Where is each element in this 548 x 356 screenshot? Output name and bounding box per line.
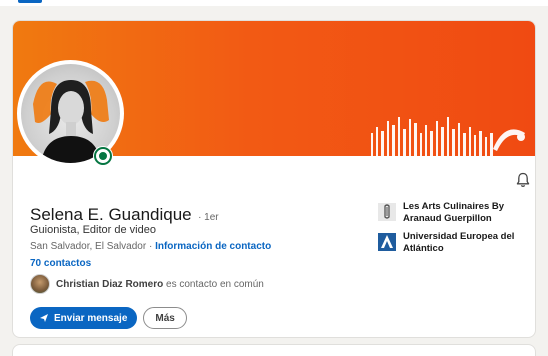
profile-organizations: Les Arts Culinaires By Aranaud Guerpillo… (378, 201, 528, 261)
linkedin-logo-icon[interactable] (18, 0, 42, 3)
mutual-connection-avatar (30, 274, 50, 294)
university-logo-icon (378, 233, 396, 251)
mutual-connection-suffix: es contacto en común (163, 278, 264, 290)
mutual-connection-text: Christian Diaz Romero es contacto en com… (56, 279, 264, 290)
online-status-indicator (93, 146, 113, 166)
organization-item-employer[interactable]: Les Arts Culinaires By Aranaud Guerpillo… (378, 201, 528, 225)
contact-info-link[interactable]: Información de contacto (155, 241, 271, 252)
profile-headline: Guionista, Editor de video (30, 224, 156, 236)
connections-link[interactable]: 70 contactos (30, 258, 91, 269)
top-navigation-bar (0, 0, 548, 6)
profile-location: San Salvador, El Salvador (30, 241, 147, 252)
profile-location-line: San Salvador, El Salvador · Información … (30, 241, 271, 252)
profile-name-line: Selena E. Guandique · 1er (30, 205, 219, 225)
next-section-card (12, 344, 536, 356)
organization-name: Les Arts Culinaires By Aranaud Guerpillo… (403, 201, 505, 224)
location-separator: · (146, 241, 156, 252)
profile-name: Selena E. Guandique (30, 205, 192, 224)
bell-icon[interactable] (514, 171, 532, 189)
more-button[interactable]: Más (143, 307, 187, 329)
organization-item-school[interactable]: Universidad Europea del Atlántico (378, 231, 528, 255)
organization-name: Universidad Europea del Atlántico (403, 231, 515, 254)
send-message-label: Enviar mensaje (54, 312, 128, 324)
mutual-connection-name: Christian Diaz Romero (56, 278, 164, 290)
chef-logo-icon (378, 203, 396, 221)
connection-degree: · 1er (198, 212, 219, 223)
mutual-connection[interactable]: Christian Diaz Romero es contacto en com… (30, 273, 264, 295)
profile-actions: Enviar mensaje Más (30, 307, 187, 329)
send-message-button[interactable]: Enviar mensaje (30, 307, 138, 329)
paper-plane-icon (40, 314, 48, 322)
